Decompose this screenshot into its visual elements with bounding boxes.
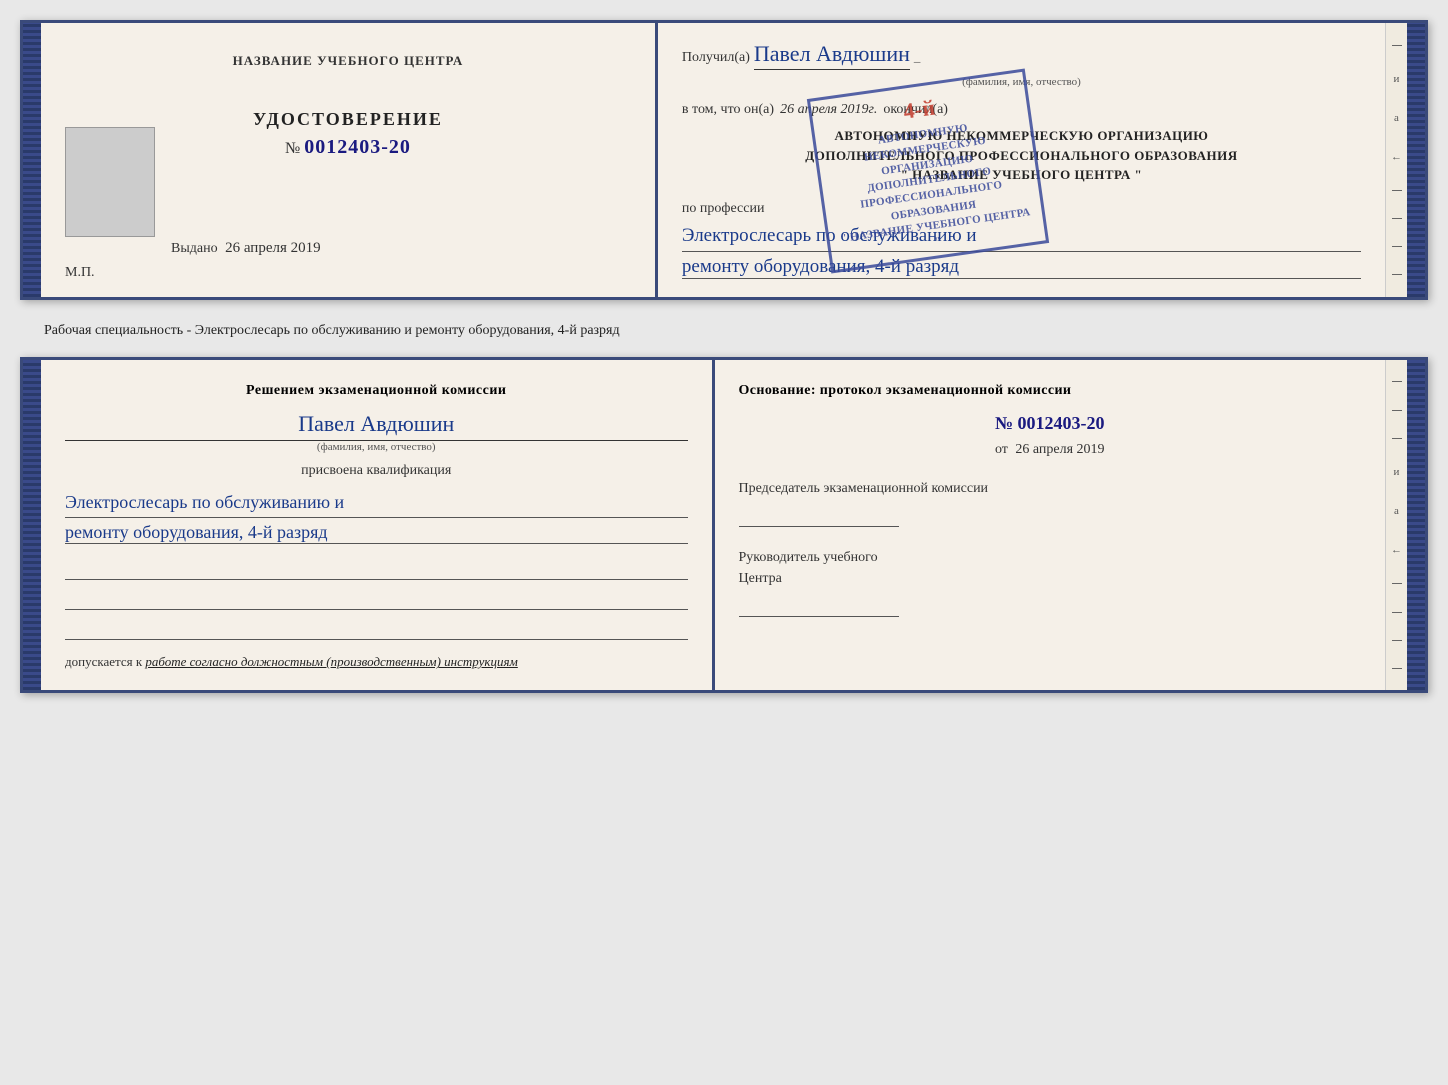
description-text: Рабочая специальность - Электрослесарь п…: [20, 312, 1428, 345]
edge-text-arrow: ←: [1391, 151, 1402, 163]
cert-number: 0012403-20: [304, 136, 411, 158]
sig-line-3: [65, 618, 688, 640]
right-edge-marks: и а ←: [1385, 23, 1407, 297]
center-title: НАЗВАНИЕ УЧЕБНОГО ЦЕНТРА: [233, 53, 464, 69]
bottom-edge-mark-5: [1392, 612, 1402, 613]
profession-line2: ремонту оборудования, 4-й разряд: [682, 256, 1361, 279]
decision-title: Решением экзаменационной комиссии: [65, 380, 688, 401]
director-sig-line: [739, 595, 899, 617]
bottom-edge-mark-6: [1392, 640, 1402, 641]
mp-label: М.П.: [65, 265, 95, 281]
bottom-right-edge-marks: и а ←: [1385, 360, 1407, 691]
director-line1: Руководитель учебного: [739, 550, 878, 565]
edge-mark-3: [1392, 218, 1402, 219]
photo-placeholder: [65, 127, 155, 237]
qualification-line1: Электрослесарь по обслуживанию и: [65, 487, 688, 519]
edge-mark-1: [1392, 45, 1402, 46]
permitted-prefix: допускается к: [65, 654, 142, 669]
bottom-left-page: Решением экзаменационной комиссии Павел …: [41, 360, 715, 691]
edge-mark-2: [1392, 190, 1402, 191]
spine-left: [23, 23, 41, 297]
cert-number-label: №: [285, 140, 300, 157]
sig-line-2: [65, 588, 688, 610]
edge-text-a: а: [1394, 112, 1399, 124]
bottom-spine-left: [23, 360, 41, 691]
edge-text-i: и: [1394, 73, 1400, 85]
bottom-booklet: Решением экзаменационной комиссии Павел …: [20, 357, 1428, 694]
sig-lines: [65, 558, 688, 640]
bottom-person-name: Павел Авдюшин: [65, 411, 688, 441]
edge-mark-5: [1392, 274, 1402, 275]
chairman-sig-line: [739, 505, 899, 527]
bottom-edge-mark-1: [1392, 381, 1402, 382]
stamp-overlay: 4-й АВТОНОМНУЮ НЕКОММЕРЧЕСКУЮ ОРГАНИЗАЦИ…: [807, 69, 1049, 274]
protocol-date-value: 26 апреля 2019: [1015, 442, 1104, 457]
in-that-label: в том, что он(а): [682, 102, 774, 118]
sig-line-1: [65, 558, 688, 580]
recipient-name: Павел Авдюшин: [754, 41, 910, 70]
bottom-spine-right: [1407, 360, 1425, 691]
assigned-label: присвоена квалификация: [65, 463, 688, 479]
bottom-edge-mark-7: [1392, 668, 1402, 669]
cert-title: УДОСТОВЕРЕНИЕ: [253, 109, 443, 130]
page-wrapper: НАЗВАНИЕ УЧЕБНОГО ЦЕНТРА УДОСТОВЕРЕНИЕ №…: [20, 20, 1428, 693]
protocol-number-label: №: [995, 413, 1013, 433]
issued-line: Выдано 26 апреля 2019: [171, 240, 321, 257]
left-page: НАЗВАНИЕ УЧЕБНОГО ЦЕНТРА УДОСТОВЕРЕНИЕ №…: [41, 23, 658, 297]
bottom-edge-mark-2: [1392, 410, 1402, 411]
permitted-label: допускается к работе согласно должностны…: [65, 654, 688, 670]
bottom-edge-text-arrow: ←: [1391, 544, 1402, 556]
protocol-number: № 0012403-20: [739, 413, 1362, 434]
edge-mark-4: [1392, 246, 1402, 247]
right-page: Получил(а) Павел Авдюшин _ (фамилия, имя…: [658, 23, 1385, 297]
protocol-number-value: 0012403-20: [1018, 413, 1105, 433]
permitted-text: работе согласно должностным (производств…: [145, 654, 517, 669]
bottom-edge-text-a: а: [1394, 505, 1399, 517]
bottom-fio-label: (фамилия, имя, отчество): [65, 441, 688, 453]
bottom-edge-mark-3: [1392, 438, 1402, 439]
spine-right: [1407, 23, 1425, 297]
received-label: Получил(а): [682, 50, 750, 66]
issued-date: 26 апреля 2019: [225, 240, 321, 256]
qualification-line2: ремонту оборудования, 4-й разряд: [65, 522, 688, 544]
booklet-inner: НАЗВАНИЕ УЧЕБНОГО ЦЕНТРА УДОСТОВЕРЕНИЕ №…: [41, 23, 1407, 297]
director-title: Руководитель учебного Центра: [739, 547, 1362, 589]
received-line: Получил(а) Павел Авдюшин _: [682, 41, 1361, 70]
date-prefix: от: [995, 442, 1008, 457]
bottom-edge-text-i: и: [1394, 466, 1400, 478]
director-line2: Центра: [739, 571, 782, 586]
bottom-edge-mark-4: [1392, 583, 1402, 584]
issued-label: Выдано: [171, 241, 218, 256]
top-booklet: НАЗВАНИЕ УЧЕБНОГО ЦЕНТРА УДОСТОВЕРЕНИЕ №…: [20, 20, 1428, 300]
bottom-right-page: Основание: протокол экзаменационной коми…: [715, 360, 1386, 691]
basis-title: Основание: протокол экзаменационной коми…: [739, 380, 1362, 401]
protocol-date: от 26 апреля 2019: [739, 442, 1362, 458]
chairman-title: Председатель экзаменационной комиссии: [739, 478, 1362, 499]
